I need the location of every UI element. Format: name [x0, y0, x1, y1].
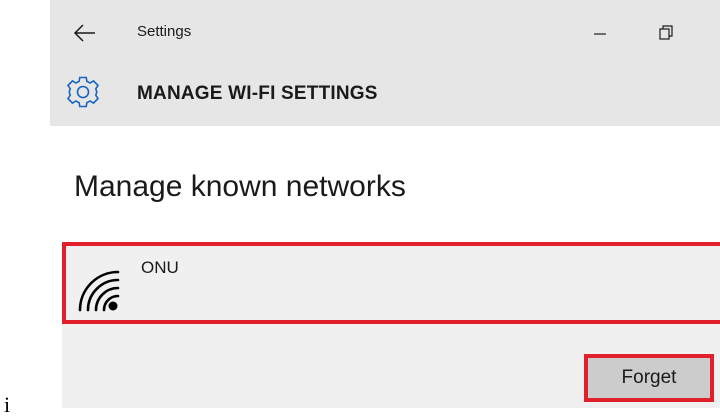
- section-heading: Manage known networks: [74, 170, 406, 203]
- settings-window: Settings MANAGE WI-FI SETTINGS Manage kn…: [50, 0, 720, 408]
- minimize-icon: [594, 33, 606, 35]
- minimize-button[interactable]: [584, 18, 616, 48]
- page-header: MANAGE WI-FI SETTINGS: [50, 63, 720, 126]
- stray-text: i: [4, 392, 11, 417]
- title-bar: Settings: [50, 0, 720, 63]
- page-title: MANAGE WI-FI SETTINGS: [137, 83, 378, 104]
- window-title: Settings: [137, 23, 192, 40]
- network-list-item[interactable]: ONU: [62, 242, 720, 324]
- wifi-signal-icon: [78, 270, 120, 312]
- back-arrow-icon: [73, 24, 95, 42]
- gear-icon: [66, 76, 100, 108]
- back-button[interactable]: [70, 20, 100, 46]
- network-actions: Forget: [62, 324, 720, 408]
- forget-button[interactable]: Forget: [584, 354, 714, 402]
- restore-button[interactable]: [650, 18, 682, 48]
- network-name: ONU: [141, 258, 179, 277]
- restore-icon: [659, 25, 673, 40]
